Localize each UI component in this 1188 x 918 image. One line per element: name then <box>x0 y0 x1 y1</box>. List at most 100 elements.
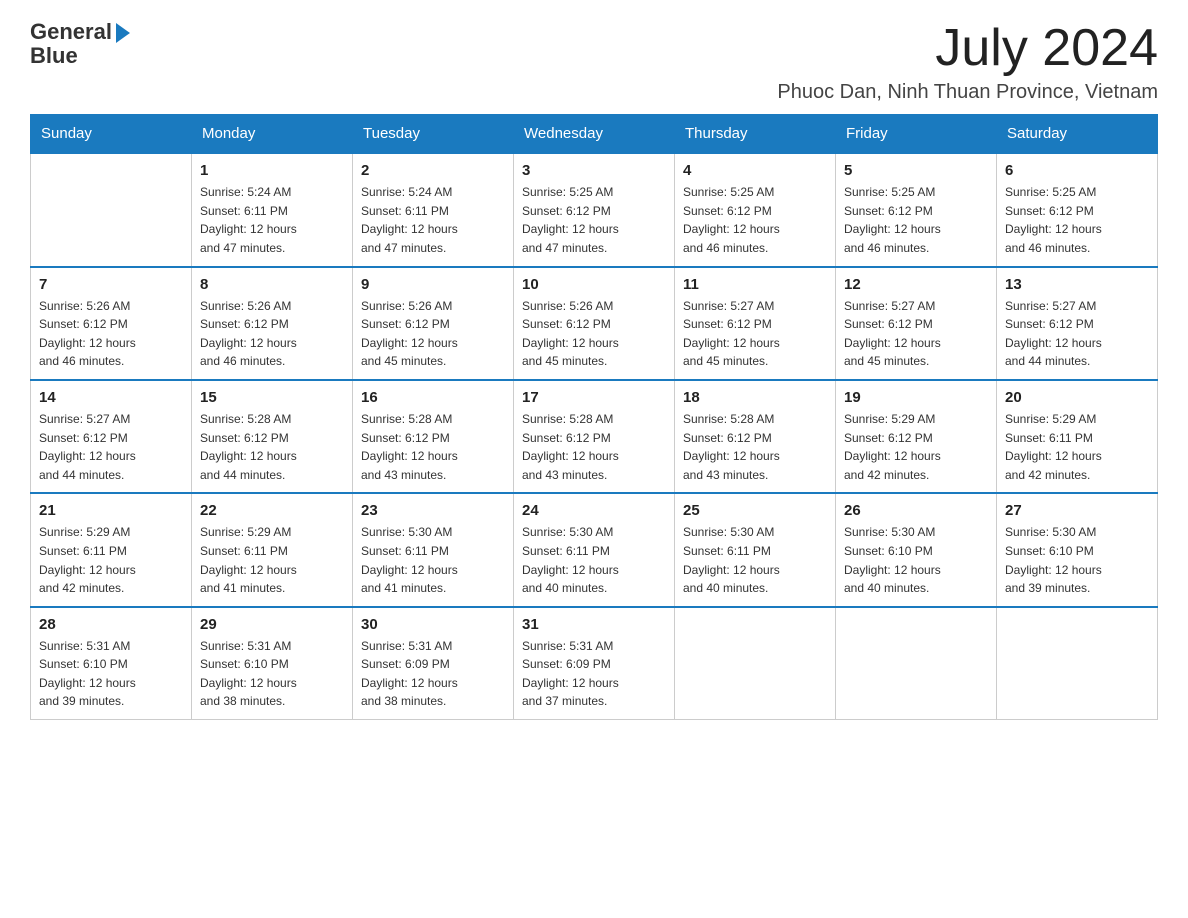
calendar-cell: 13 Sunrise: 5:27 AM Sunset: 6:12 PM Dayli… <box>997 267 1158 380</box>
calendar-cell: 17 Sunrise: 5:28 AM Sunset: 6:12 PM Dayli… <box>514 380 675 493</box>
day-number: 31 <box>522 616 666 633</box>
day-number: 21 <box>39 502 183 519</box>
day-number: 9 <box>361 276 505 293</box>
calendar-cell: 14 Sunrise: 5:27 AM Sunset: 6:12 PM Dayli… <box>31 380 192 493</box>
day-number: 4 <box>683 162 827 179</box>
calendar-cell: 3 Sunrise: 5:25 AM Sunset: 6:12 PM Daylig… <box>514 153 675 266</box>
calendar-cell: 21Sunrise: 5:29 AM Sunset: 6:11 PM Dayli… <box>31 493 192 606</box>
day-info: Sunrise: 5:28 AM Sunset: 6:12 PM Dayligh… <box>361 410 505 484</box>
calendar-body: 1 Sunrise: 5:24 AM Sunset: 6:11 PM Daylig… <box>31 153 1158 719</box>
logo-text-blue: Blue <box>30 43 78 68</box>
day-info: Sunrise: 5:30 AM Sunset: 6:11 PM Dayligh… <box>683 523 827 597</box>
logo: General Blue <box>30 20 130 68</box>
calendar-week-5: 28 Sunrise: 5:31 AM Sunset: 6:10 PM Dayli… <box>31 607 1158 720</box>
day-info: Sunrise: 5:31 AM Sunset: 6:09 PM Dayligh… <box>361 637 505 711</box>
calendar-week-4: 21 Sunrise: 5:29 AM Sunset: 6:11 PM Dayli… <box>31 493 1158 606</box>
day-number: 15 <box>200 389 344 406</box>
day-info: Sunrise: 5:29 AM Sunset: 6:11 PM Dayligh… <box>1005 410 1149 484</box>
calendar-cell: 28Sunrise: 5:31 AM Sunset: 6:10 PM Dayli… <box>31 607 192 720</box>
day-number: 30 <box>361 616 505 633</box>
calendar-header-friday: Friday <box>836 115 997 154</box>
calendar-cell: 24 Sunrise: 5:30 AM Sunset: 6:11 PM Dayli… <box>514 493 675 606</box>
calendar-week-2: 7 Sunrise: 5:26 AM Sunset: 6:12 PM Daylig… <box>31 267 1158 380</box>
day-info: Sunrise: 5:24 AM Sunset: 6:11 PM Dayligh… <box>200 183 344 257</box>
calendar-cell: 12 Sunrise: 5:27 AM Sunset: 6:12 PM Dayli… <box>836 267 997 380</box>
calendar-week-3: 14 Sunrise: 5:27 AM Sunset: 6:12 PM Dayli… <box>31 380 1158 493</box>
calendar-header-sunday: Sunday <box>31 115 192 154</box>
month-title: July 2024 <box>777 20 1158 77</box>
page-header: General Blue July 2024 Phuoc Dan, Ninh T… <box>30 20 1158 104</box>
day-number: 26 <box>844 502 988 519</box>
calendar-header-monday: Monday <box>192 115 353 154</box>
calendar-cell: 6Sunrise: 5:25 AM Sunset: 6:12 PM Daylig… <box>997 153 1158 266</box>
calendar-cell: 29 Sunrise: 5:31 AM Sunset: 6:10 PM Dayli… <box>192 607 353 720</box>
calendar-cell <box>836 607 997 720</box>
day-info: Sunrise: 5:25 AM Sunset: 6:12 PM Dayligh… <box>844 183 988 257</box>
calendar-cell: 16Sunrise: 5:28 AM Sunset: 6:12 PM Dayli… <box>353 380 514 493</box>
calendar-cell: 23Sunrise: 5:30 AM Sunset: 6:11 PM Dayli… <box>353 493 514 606</box>
day-info: Sunrise: 5:27 AM Sunset: 6:12 PM Dayligh… <box>39 410 183 484</box>
day-number: 1 <box>200 162 344 179</box>
calendar-cell: 27Sunrise: 5:30 AM Sunset: 6:10 PM Dayli… <box>997 493 1158 606</box>
day-number: 24 <box>522 502 666 519</box>
calendar-cell: 7 Sunrise: 5:26 AM Sunset: 6:12 PM Daylig… <box>31 267 192 380</box>
calendar-cell: 20 Sunrise: 5:29 AM Sunset: 6:11 PM Dayli… <box>997 380 1158 493</box>
calendar-header-row: SundayMondayTuesdayWednesdayThursdayFrid… <box>31 115 1158 154</box>
calendar-header-wednesday: Wednesday <box>514 115 675 154</box>
day-number: 13 <box>1005 276 1149 293</box>
calendar-cell: 5Sunrise: 5:25 AM Sunset: 6:12 PM Daylig… <box>836 153 997 266</box>
calendar-cell: 22 Sunrise: 5:29 AM Sunset: 6:11 PM Dayli… <box>192 493 353 606</box>
day-info: Sunrise: 5:27 AM Sunset: 6:12 PM Dayligh… <box>844 297 988 371</box>
calendar-cell: 19Sunrise: 5:29 AM Sunset: 6:12 PM Dayli… <box>836 380 997 493</box>
day-number: 7 <box>39 276 183 293</box>
day-info: Sunrise: 5:30 AM Sunset: 6:10 PM Dayligh… <box>1005 523 1149 597</box>
day-info: Sunrise: 5:27 AM Sunset: 6:12 PM Dayligh… <box>683 297 827 371</box>
day-info: Sunrise: 5:31 AM Sunset: 6:09 PM Dayligh… <box>522 637 666 711</box>
day-info: Sunrise: 5:26 AM Sunset: 6:12 PM Dayligh… <box>200 297 344 371</box>
day-number: 29 <box>200 616 344 633</box>
day-info: Sunrise: 5:25 AM Sunset: 6:12 PM Dayligh… <box>683 183 827 257</box>
day-number: 20 <box>1005 389 1149 406</box>
day-info: Sunrise: 5:30 AM Sunset: 6:11 PM Dayligh… <box>361 523 505 597</box>
day-info: Sunrise: 5:31 AM Sunset: 6:10 PM Dayligh… <box>200 637 344 711</box>
day-info: Sunrise: 5:26 AM Sunset: 6:12 PM Dayligh… <box>522 297 666 371</box>
day-info: Sunrise: 5:25 AM Sunset: 6:12 PM Dayligh… <box>1005 183 1149 257</box>
day-number: 28 <box>39 616 183 633</box>
calendar-cell: 25 Sunrise: 5:30 AM Sunset: 6:11 PM Dayli… <box>675 493 836 606</box>
day-info: Sunrise: 5:28 AM Sunset: 6:12 PM Dayligh… <box>522 410 666 484</box>
calendar-cell: 8 Sunrise: 5:26 AM Sunset: 6:12 PM Daylig… <box>192 267 353 380</box>
calendar-header-tuesday: Tuesday <box>353 115 514 154</box>
logo-arrow-icon <box>116 23 130 43</box>
day-number: 12 <box>844 276 988 293</box>
day-info: Sunrise: 5:25 AM Sunset: 6:12 PM Dayligh… <box>522 183 666 257</box>
calendar-cell <box>31 153 192 266</box>
day-number: 17 <box>522 389 666 406</box>
logo-text-general: General <box>30 20 112 44</box>
day-info: Sunrise: 5:30 AM Sunset: 6:10 PM Dayligh… <box>844 523 988 597</box>
day-number: 8 <box>200 276 344 293</box>
day-info: Sunrise: 5:29 AM Sunset: 6:12 PM Dayligh… <box>844 410 988 484</box>
day-info: Sunrise: 5:28 AM Sunset: 6:12 PM Dayligh… <box>200 410 344 484</box>
calendar-cell: 30 Sunrise: 5:31 AM Sunset: 6:09 PM Dayli… <box>353 607 514 720</box>
calendar-cell: 31 Sunrise: 5:31 AM Sunset: 6:09 PM Dayli… <box>514 607 675 720</box>
day-info: Sunrise: 5:26 AM Sunset: 6:12 PM Dayligh… <box>39 297 183 371</box>
title-block: July 2024 Phuoc Dan, Ninh Thuan Province… <box>777 20 1158 104</box>
calendar-week-1: 1 Sunrise: 5:24 AM Sunset: 6:11 PM Daylig… <box>31 153 1158 266</box>
calendar-table: SundayMondayTuesdayWednesdayThursdayFrid… <box>30 114 1158 720</box>
calendar-header-saturday: Saturday <box>997 115 1158 154</box>
day-info: Sunrise: 5:29 AM Sunset: 6:11 PM Dayligh… <box>200 523 344 597</box>
day-number: 10 <box>522 276 666 293</box>
calendar-header-thursday: Thursday <box>675 115 836 154</box>
day-number: 2 <box>361 162 505 179</box>
calendar-cell: 2Sunrise: 5:24 AM Sunset: 6:11 PM Daylig… <box>353 153 514 266</box>
day-number: 3 <box>522 162 666 179</box>
day-info: Sunrise: 5:30 AM Sunset: 6:11 PM Dayligh… <box>522 523 666 597</box>
day-info: Sunrise: 5:27 AM Sunset: 6:12 PM Dayligh… <box>1005 297 1149 371</box>
calendar-cell: 1 Sunrise: 5:24 AM Sunset: 6:11 PM Daylig… <box>192 153 353 266</box>
day-number: 11 <box>683 276 827 293</box>
day-number: 25 <box>683 502 827 519</box>
calendar-cell: 10 Sunrise: 5:26 AM Sunset: 6:12 PM Dayli… <box>514 267 675 380</box>
calendar-cell <box>997 607 1158 720</box>
day-number: 14 <box>39 389 183 406</box>
day-number: 22 <box>200 502 344 519</box>
